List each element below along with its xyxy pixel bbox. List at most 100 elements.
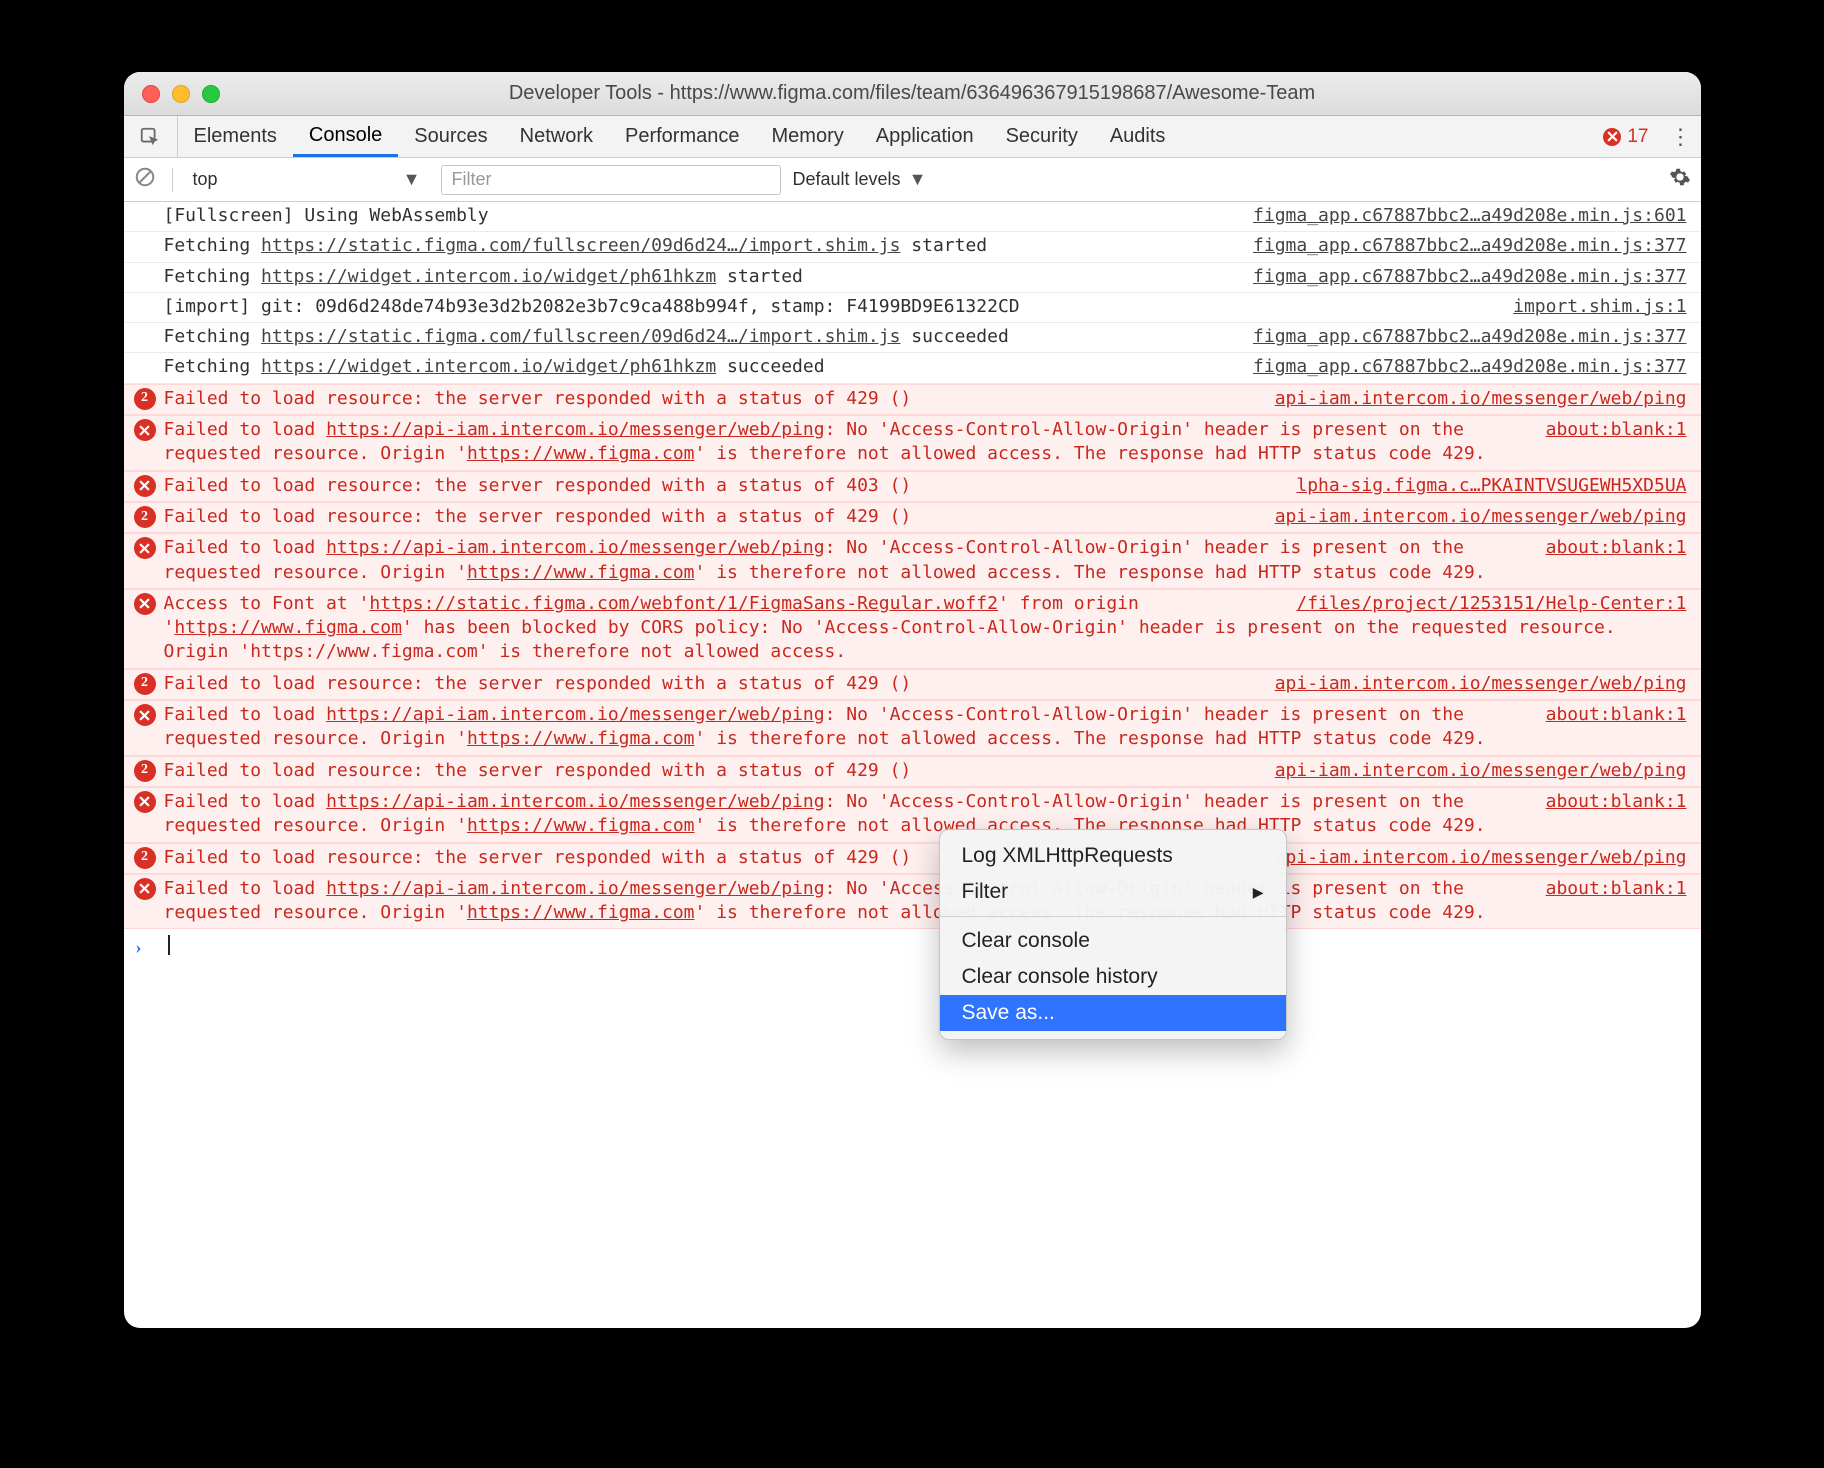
- tab-performance[interactable]: Performance: [609, 116, 756, 157]
- error-icon: [134, 593, 156, 615]
- tab-elements[interactable]: Elements: [178, 116, 293, 157]
- chevron-down-icon: ▼: [403, 169, 421, 190]
- input-cursor: [168, 935, 170, 955]
- error-icon: [134, 878, 156, 900]
- console-row[interactable]: lpha-sig.figma.c…PKAINTVSUGEWH5XD5UA Fail…: [124, 471, 1701, 502]
- log-message: Failed to load https://api-iam.intercom.…: [164, 791, 1486, 836]
- console-row[interactable]: 2api-iam.intercom.io/messenger/web/pingF…: [124, 756, 1701, 787]
- console-row[interactable]: figma_app.c67887bbc2…a49d208e.min.js:377…: [124, 353, 1701, 383]
- filter-input[interactable]: Filter: [441, 165, 781, 195]
- prompt-caret-icon: ›: [136, 935, 142, 959]
- devtools-window: Developer Tools - https://www.figma.com/…: [124, 72, 1701, 1328]
- error-icon: [134, 475, 156, 497]
- log-message: Failed to load resource: the server resp…: [164, 475, 912, 496]
- tab-application[interactable]: Application: [860, 116, 990, 157]
- menu-item-filter[interactable]: Filter ▶: [940, 874, 1286, 910]
- console-row[interactable]: 2api-iam.intercom.io/messenger/web/pingF…: [124, 843, 1701, 874]
- console-row[interactable]: about:blank:1 Failed to load https://api-…: [124, 787, 1701, 843]
- source-link[interactable]: figma_app.c67887bbc2…a49d208e.min.js:377: [1237, 234, 1686, 258]
- menu-item-label: Clear console: [962, 927, 1090, 955]
- tab-memory[interactable]: Memory: [756, 116, 860, 157]
- console-row[interactable]: figma_app.c67887bbc2…a49d208e.min.js:601…: [124, 202, 1701, 232]
- source-link[interactable]: about:blank:1: [1530, 418, 1687, 442]
- log-message: Fetching https://static.figma.com/fullsc…: [164, 326, 1009, 347]
- log-message: Failed to load resource: the server resp…: [164, 506, 912, 527]
- log-message: [import] git: 09d6d248de74b93e3d2b2082e3…: [164, 296, 1020, 317]
- log-levels-selector[interactable]: Default levels ▼: [793, 169, 927, 190]
- console-row[interactable]: /files/project/1253151/Help-Center:1Acce…: [124, 589, 1701, 669]
- log-message: Failed to load resource: the server resp…: [164, 388, 912, 409]
- chevron-down-icon: ▼: [909, 169, 927, 190]
- tab-console[interactable]: Console: [293, 116, 398, 157]
- source-link[interactable]: lpha-sig.figma.c…PKAINTVSUGEWH5XD5UA: [1280, 474, 1686, 498]
- console-row[interactable]: import.shim.js:1 [import] git: 09d6d248de…: [124, 293, 1701, 323]
- log-message: Failed to load resource: the server resp…: [164, 847, 912, 868]
- error-icon: [1603, 128, 1621, 146]
- console-row[interactable]: 2api-iam.intercom.io/messenger/web/pingF…: [124, 502, 1701, 533]
- context-value: top: [193, 169, 218, 190]
- console-row[interactable]: 2api-iam.intercom.io/messenger/web/pingF…: [124, 669, 1701, 700]
- menu-item-save-as[interactable]: Save as...: [940, 995, 1286, 1031]
- console-row[interactable]: 2api-iam.intercom.io/messenger/web/pingF…: [124, 384, 1701, 415]
- source-link[interactable]: figma_app.c67887bbc2…a49d208e.min.js:377: [1237, 265, 1686, 289]
- menu-item-log-xmlhttprequests[interactable]: Log XMLHttpRequests: [940, 838, 1286, 874]
- log-message: Failed to load https://api-iam.intercom.…: [164, 537, 1486, 582]
- source-link[interactable]: api-iam.intercom.io/messenger/web/ping: [1259, 759, 1687, 783]
- source-link[interactable]: figma_app.c67887bbc2…a49d208e.min.js:601: [1237, 204, 1686, 228]
- console-row[interactable]: about:blank:1 Failed to load https://api-…: [124, 874, 1701, 930]
- console-prompt[interactable]: ›: [124, 929, 1701, 999]
- menu-separator: [940, 916, 1286, 917]
- tab-network[interactable]: Network: [504, 116, 609, 157]
- devtools-tabs: ElementsConsoleSourcesNetworkPerformance…: [124, 116, 1701, 158]
- source-link[interactable]: api-iam.intercom.io/messenger/web/ping: [1259, 387, 1687, 411]
- console-row[interactable]: about:blank:1 Failed to load https://api-…: [124, 533, 1701, 589]
- separator: [172, 168, 173, 192]
- source-link[interactable]: figma_app.c67887bbc2…a49d208e.min.js:377: [1237, 325, 1686, 349]
- source-link[interactable]: figma_app.c67887bbc2…a49d208e.min.js:377: [1237, 355, 1686, 379]
- source-link[interactable]: about:blank:1: [1530, 703, 1687, 727]
- log-message: Failed to load https://api-iam.intercom.…: [164, 419, 1486, 464]
- console-row[interactable]: figma_app.c67887bbc2…a49d208e.min.js:377…: [124, 323, 1701, 353]
- console-output: figma_app.c67887bbc2…a49d208e.min.js:601…: [124, 202, 1701, 1328]
- context-selector[interactable]: top ▼: [185, 165, 429, 195]
- repeat-count-badge: 2: [134, 673, 156, 695]
- source-link[interactable]: about:blank:1: [1530, 877, 1687, 901]
- source-link[interactable]: about:blank:1: [1530, 790, 1687, 814]
- filter-placeholder: Filter: [452, 169, 492, 190]
- console-row[interactable]: figma_app.c67887bbc2…a49d208e.min.js:377…: [124, 263, 1701, 293]
- menu-item-clear-console[interactable]: Clear console: [940, 923, 1286, 959]
- source-link[interactable]: api-iam.intercom.io/messenger/web/ping: [1259, 672, 1687, 696]
- inspect-element-icon[interactable]: [124, 116, 178, 157]
- source-link[interactable]: import.shim.js:1: [1497, 295, 1686, 319]
- console-row[interactable]: about:blank:1 Failed to load https://api-…: [124, 700, 1701, 756]
- clear-console-icon[interactable]: [134, 166, 160, 193]
- console-row[interactable]: about:blank:1 Failed to load https://api-…: [124, 415, 1701, 471]
- error-icon: [134, 704, 156, 726]
- log-message: Failed to load https://api-iam.intercom.…: [164, 878, 1486, 923]
- log-message: [Fullscreen] Using WebAssembly: [164, 205, 489, 226]
- console-settings-icon[interactable]: [1669, 166, 1691, 193]
- tab-audits[interactable]: Audits: [1094, 116, 1182, 157]
- source-link[interactable]: /files/project/1253151/Help-Center:1: [1280, 592, 1686, 616]
- log-message: Failed to load https://api-iam.intercom.…: [164, 704, 1486, 749]
- more-menu-icon[interactable]: ⋮: [1661, 116, 1701, 157]
- titlebar: Developer Tools - https://www.figma.com/…: [124, 72, 1701, 116]
- submenu-arrow-icon: ▶: [1253, 883, 1264, 902]
- tab-security[interactable]: Security: [990, 116, 1094, 157]
- error-icon: [134, 537, 156, 559]
- menu-item-clear-console-history[interactable]: Clear console history: [940, 959, 1286, 995]
- tab-sources[interactable]: Sources: [398, 116, 503, 157]
- menu-item-label: Filter: [962, 878, 1009, 906]
- menu-item-label: Log XMLHttpRequests: [962, 842, 1173, 870]
- levels-value: Default levels: [793, 169, 901, 190]
- source-link[interactable]: api-iam.intercom.io/messenger/web/ping: [1259, 846, 1687, 870]
- error-summary[interactable]: 17: [1591, 116, 1660, 157]
- menu-item-label: Clear console history: [962, 963, 1158, 991]
- log-message: Fetching https://widget.intercom.io/widg…: [164, 356, 825, 377]
- source-link[interactable]: api-iam.intercom.io/messenger/web/ping: [1259, 505, 1687, 529]
- console-row[interactable]: figma_app.c67887bbc2…a49d208e.min.js:377…: [124, 232, 1701, 262]
- log-message: Fetching https://widget.intercom.io/widg…: [164, 266, 803, 287]
- source-link[interactable]: about:blank:1: [1530, 536, 1687, 560]
- context-menu: Log XMLHttpRequests Filter ▶ Clear console C…: [939, 829, 1287, 1040]
- repeat-count-badge: 2: [134, 760, 156, 782]
